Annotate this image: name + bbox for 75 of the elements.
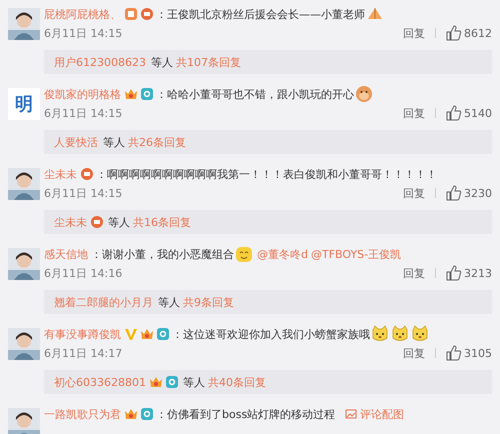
reply-count-link[interactable]: 共9条回复 — [183, 294, 234, 310]
crown-icon — [124, 407, 138, 421]
like-button[interactable]: 5140 — [446, 105, 492, 121]
username-link[interactable]: 尘未未 — [44, 166, 77, 182]
camera-icon — [156, 327, 170, 341]
crown-icon — [124, 87, 138, 101]
reply-count-link[interactable]: 共16条回复 — [133, 214, 191, 230]
camera-icon — [165, 375, 179, 389]
username-link[interactable]: 用户6123008623 — [54, 54, 146, 70]
member-icon — [90, 215, 104, 229]
crown-icon — [149, 375, 163, 389]
thumbs-up-icon — [446, 185, 462, 201]
username-link[interactable]: 有事没事蹲俊凯 — [44, 326, 121, 342]
username-link[interactable]: 尘未未 — [54, 214, 87, 230]
reply-count-link[interactable]: 共107条回复 — [176, 54, 241, 70]
comment-text: ：谢谢小董，我的小恶魔组合 — [91, 246, 234, 262]
camera-icon — [140, 407, 154, 421]
comment-time: 6月11日 14:15 — [44, 26, 122, 40]
username-link[interactable]: 初心6033628801 — [54, 374, 146, 390]
reply-link[interactable]: 回复 — [403, 266, 425, 280]
reply-link[interactable]: 回复 — [403, 346, 425, 360]
comment-time: 6月11日 14:15 — [44, 186, 122, 200]
like-button[interactable]: 3105 — [446, 345, 492, 361]
reply-count-link[interactable]: 共26条回复 — [128, 134, 186, 150]
username-link[interactable]: 屁桃阿屁桃格、 — [44, 6, 121, 22]
camera-icon — [140, 87, 154, 101]
like-count: 8612 — [464, 26, 492, 40]
thumbs-up-icon — [446, 345, 462, 361]
username-link[interactable]: 俊凯家的明格格 — [44, 86, 121, 102]
others-label: 等人 — [151, 54, 173, 70]
mention-link[interactable]: @董冬咚d — [257, 246, 308, 262]
like-button[interactable]: 3213 — [446, 265, 492, 281]
others-label: 等人 — [158, 294, 180, 310]
like-count: 3213 — [464, 266, 492, 280]
member-icon — [80, 167, 94, 181]
username-link[interactable]: 翘着二郎腿的小月月 — [54, 294, 153, 310]
reply-link[interactable]: 回复 — [403, 186, 425, 200]
thumbs-up-icon — [446, 265, 462, 281]
username-link[interactable]: 感天信地 — [44, 246, 88, 262]
comment-text: ：王俊凯北京粉丝后援会会长——小董老师 — [156, 6, 365, 22]
user-avatar[interactable]: 明 — [8, 88, 40, 120]
others-label: 等人 — [108, 214, 130, 230]
monkey-face-icon — [355, 85, 373, 103]
like-count: 3105 — [464, 346, 492, 360]
verified-icon — [124, 327, 138, 341]
comment-time: 6月11日 14:17 — [44, 346, 122, 360]
username-link[interactable]: 一路凯歌只为君 — [44, 406, 121, 422]
others-label: 等人 — [103, 134, 125, 150]
comment-time: 6月11日 14:15 — [44, 106, 122, 120]
username-link[interactable]: 人要快活 — [54, 134, 98, 150]
member-icon — [140, 7, 154, 21]
others-label: 等人 — [183, 374, 205, 390]
crown-icon — [140, 327, 154, 341]
mention-link[interactable]: @TFBOYS-王俊凯 — [310, 246, 402, 262]
comment-text: ：哈哈小董哥哥也不错，跟小凯玩的开心 — [156, 86, 354, 102]
cat-face-icon — [411, 325, 429, 343]
comment-time: 6月11日 14:16 — [44, 266, 122, 280]
comment-text: ：仿佛看到了boss站灯牌的移动过程 — [156, 406, 336, 422]
cat-face-icon — [371, 325, 389, 343]
thumbs-up-icon — [446, 105, 462, 121]
like-button[interactable]: 8612 — [446, 25, 492, 41]
thumbs-up-icon — [446, 25, 462, 41]
medal-icon — [124, 7, 138, 21]
image-icon — [345, 408, 358, 420]
comment-text: ：这位迷哥欢迎你加入我们小螃蟹家族哦 — [172, 326, 370, 342]
cat-face-icon — [391, 325, 409, 343]
reply-count-link[interactable]: 共40条回复 — [208, 374, 266, 390]
reply-link[interactable]: 回复 — [403, 26, 425, 40]
smiling-face-icon — [235, 245, 253, 263]
reply-link[interactable]: 回复 — [403, 106, 425, 120]
comment-text: ：啊啊啊啊啊啊啊啊啊啊我第一！！！表白俊凯和小董哥哥！！！！！ — [96, 166, 437, 182]
like-button[interactable]: 3230 — [446, 185, 492, 201]
image-link[interactable]: 评论配图 — [360, 406, 404, 422]
like-count: 5140 — [464, 106, 492, 120]
like-count: 3230 — [464, 186, 492, 200]
